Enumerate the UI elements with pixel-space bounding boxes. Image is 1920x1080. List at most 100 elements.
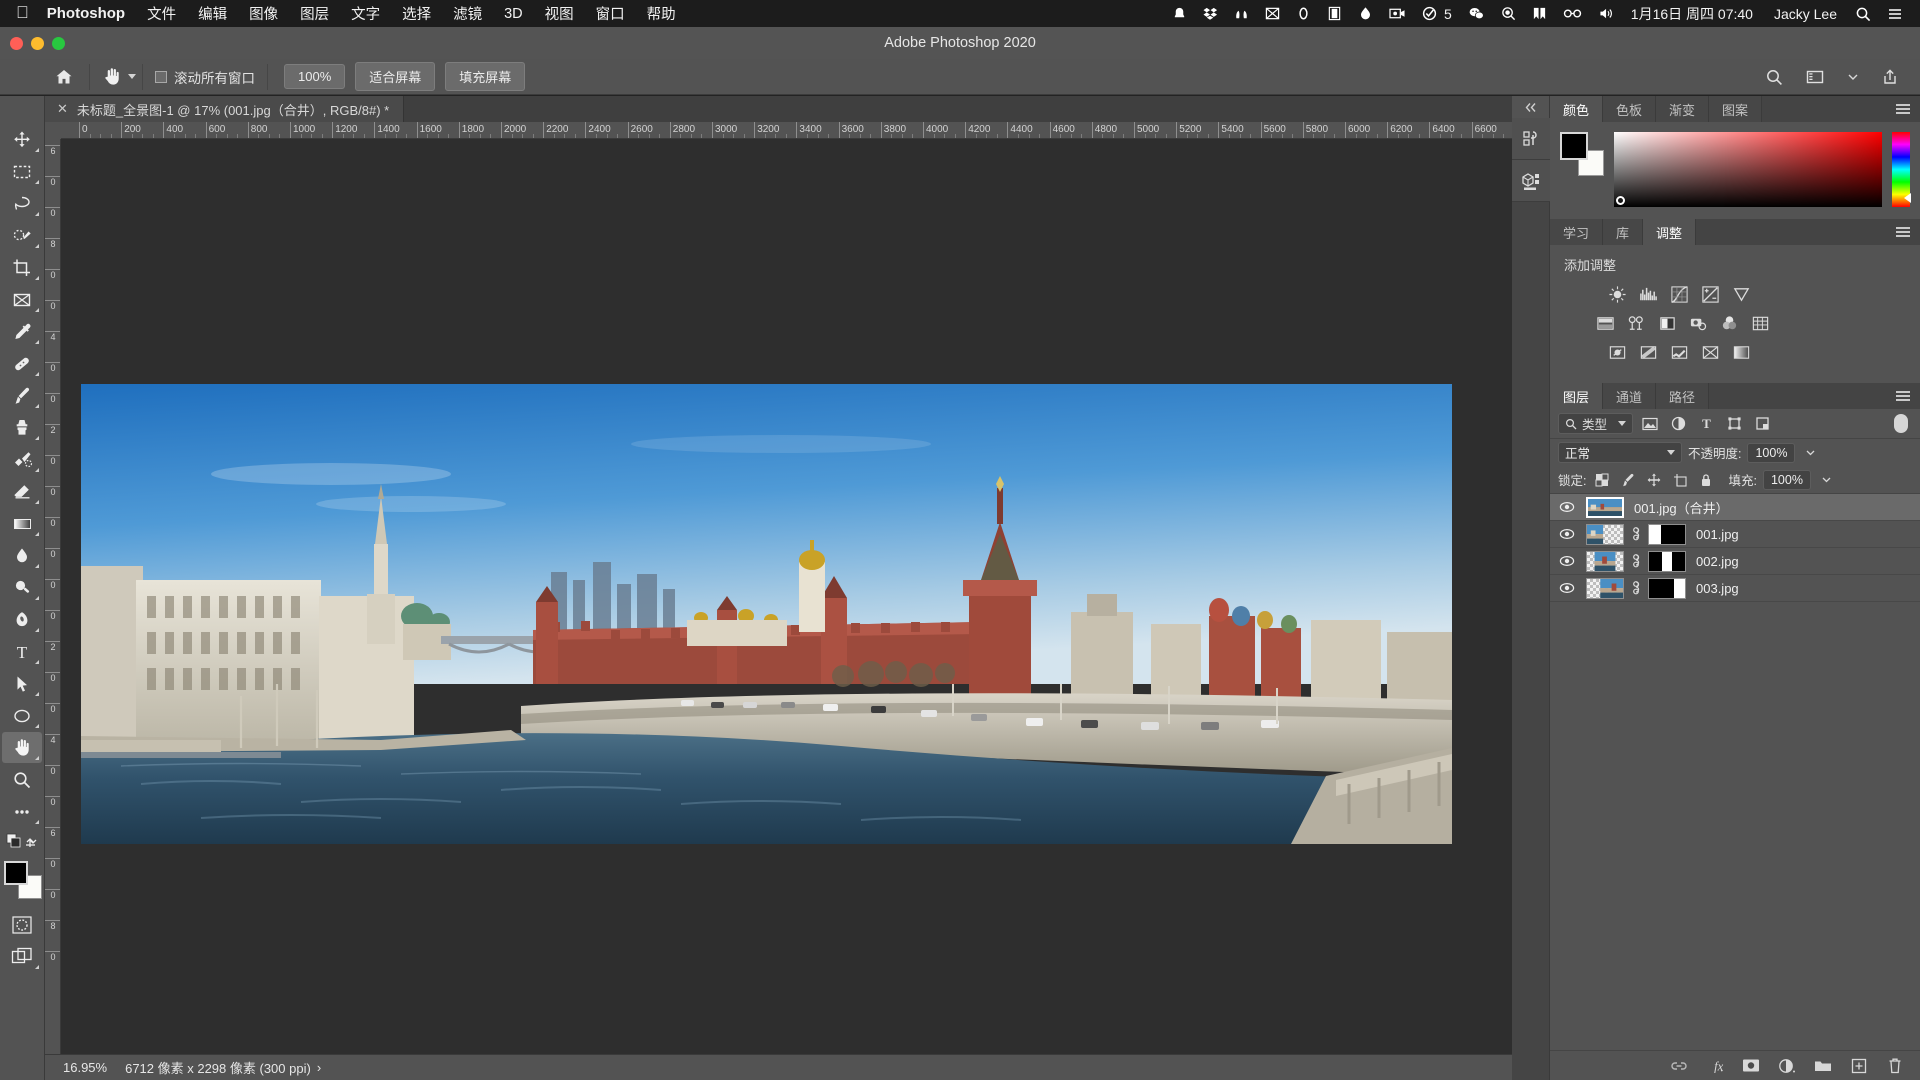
screen-mode-icon[interactable] [2,941,42,972]
photo-filter-icon[interactable] [1687,313,1709,333]
menu-list-icon[interactable] [1880,0,1910,27]
layer-visibility-toggle[interactable] [1554,501,1580,513]
menubar-item-layer[interactable]: 图层 [289,3,340,24]
checkbox-box[interactable] [155,70,167,83]
menubar-item-image[interactable]: 图像 [238,3,289,24]
layer-thumbnail[interactable] [1586,550,1624,572]
add-mask-icon[interactable] [1742,1057,1760,1075]
search-icon[interactable] [1848,0,1878,27]
panel-menu-icon[interactable] [1886,383,1920,409]
scroll-all-windows-checkbox[interactable]: 滚动所有窗口 [149,67,261,87]
hue-saturation-icon[interactable] [1594,313,1616,333]
new-layer-icon[interactable] [1850,1057,1868,1075]
smart-object-filter-icon[interactable] [1751,416,1773,431]
link-layers-icon[interactable] [1630,526,1642,542]
chevron-down-icon[interactable] [1618,421,1627,426]
hue-marker[interactable] [1904,193,1911,203]
lock-image-icon[interactable] [1618,473,1638,487]
black-white-icon[interactable] [1656,313,1678,333]
window-split-icon[interactable] [1525,0,1554,27]
menubar-app-name[interactable]: Photoshop [43,5,136,22]
dodge-tool[interactable] [2,572,42,603]
table-row[interactable]: 003.jpg [1550,575,1920,602]
foreground-background-color-swatch[interactable] [2,859,42,899]
wechat-icon[interactable] [1461,0,1492,27]
pen-tool[interactable] [2,604,42,635]
layer-visibility-toggle[interactable] [1554,582,1580,594]
table-row[interactable]: 001.jpg [1550,521,1920,548]
layer-visibility-toggle[interactable] [1554,528,1580,540]
close-icon[interactable]: ✕ [57,101,68,117]
rail-3d-button[interactable] [1512,160,1550,202]
xmind-icon[interactable] [1258,0,1287,27]
tab-adjustments[interactable]: 调整 [1643,219,1697,245]
hand-tool[interactable] [2,732,42,763]
rectangular-marquee-tool[interactable] [2,156,42,187]
tab-color[interactable]: 颜色 [1550,96,1604,122]
menubar-item-edit[interactable]: 编辑 [187,3,238,24]
apple-logo-icon[interactable]:  [0,3,43,25]
zero-icon[interactable] [1289,0,1318,27]
ellipse-shape-tool[interactable] [2,700,42,731]
quick-selection-tool[interactable] [2,220,42,251]
selective-color-icon[interactable] [1699,342,1721,362]
frame-tool[interactable] [2,284,42,315]
brush-tool[interactable] [2,380,42,411]
layer-mask-thumbnail[interactable] [1648,523,1686,545]
film-icon[interactable] [1320,0,1349,27]
dock-collapse-button[interactable] [1512,96,1549,118]
search-icon[interactable] [1756,68,1792,86]
menubar-clock[interactable]: 1月16日 周四 07:40 [1625,4,1763,24]
menubar-item-help[interactable]: 帮助 [636,3,687,24]
rail-history-button[interactable] [1512,118,1550,160]
home-icon[interactable] [45,68,83,86]
fill-value[interactable]: 100% [1762,469,1811,490]
blur-droplet-tool[interactable] [2,540,42,571]
color-spectrum-field[interactable] [1614,132,1882,207]
lungs-icon[interactable] [1227,0,1256,27]
layer-style-fx-icon[interactable]: fx [1706,1057,1724,1075]
pixel-layer-filter-icon[interactable] [1639,417,1661,431]
current-tool-hand[interactable] [96,66,136,87]
color-picker-marker[interactable] [1616,196,1625,205]
color-balance-icon[interactable] [1625,313,1647,333]
adjustment-filter-icon[interactable] [1667,416,1689,431]
layer-mask-thumbnail[interactable] [1648,577,1686,599]
menubar-item-window[interactable]: 窗口 [585,3,636,24]
opacity-value[interactable]: 100% [1747,442,1796,463]
chevron-down-icon[interactable] [128,74,136,79]
spotlight-search-icon[interactable] [1494,0,1523,27]
panel-menu-icon[interactable] [1886,219,1920,245]
volume-icon[interactable] [1591,0,1623,27]
type-tool[interactable]: T [2,636,42,667]
dropbox-icon[interactable] [1196,0,1225,27]
crop-tool[interactable] [2,252,42,283]
color-panel-swatches[interactable] [1560,132,1604,176]
lasso-tool[interactable] [2,188,42,219]
path-selection-tool[interactable] [2,668,42,699]
adjustment-layer-icon[interactable] [1778,1057,1796,1075]
droplet-icon[interactable] [1351,0,1380,27]
posterize-icon[interactable] [1637,342,1659,362]
table-row[interactable]: 001.jpg（合井） [1550,494,1920,521]
type-filter-icon[interactable]: T [1695,416,1717,431]
foreground-color-swatch[interactable] [4,861,28,885]
new-group-icon[interactable] [1814,1057,1832,1075]
canvas-image[interactable] [81,384,1452,844]
share-icon[interactable] [1872,68,1908,86]
eraser-tool[interactable] [2,476,42,507]
check-circle-icon[interactable]: 5 [1415,0,1459,27]
lock-artboard-icon[interactable] [1670,473,1690,487]
delete-layer-icon[interactable] [1886,1057,1904,1075]
cloud-bell-icon[interactable] [1165,0,1194,27]
menubar-username[interactable]: Jacky Lee [1765,6,1846,22]
menubar-item-view[interactable]: 视图 [534,3,585,24]
lock-all-icon[interactable] [1696,473,1716,487]
lock-position-icon[interactable] [1644,473,1664,487]
levels-icon[interactable] [1637,284,1659,304]
healing-brush-tool[interactable] [2,348,42,379]
fill-stepper-caret[interactable] [1817,474,1832,485]
tab-channels[interactable]: 通道 [1603,383,1657,409]
table-row[interactable]: 002.jpg [1550,548,1920,575]
fill-screen-button[interactable]: 填充屏幕 [445,62,526,91]
